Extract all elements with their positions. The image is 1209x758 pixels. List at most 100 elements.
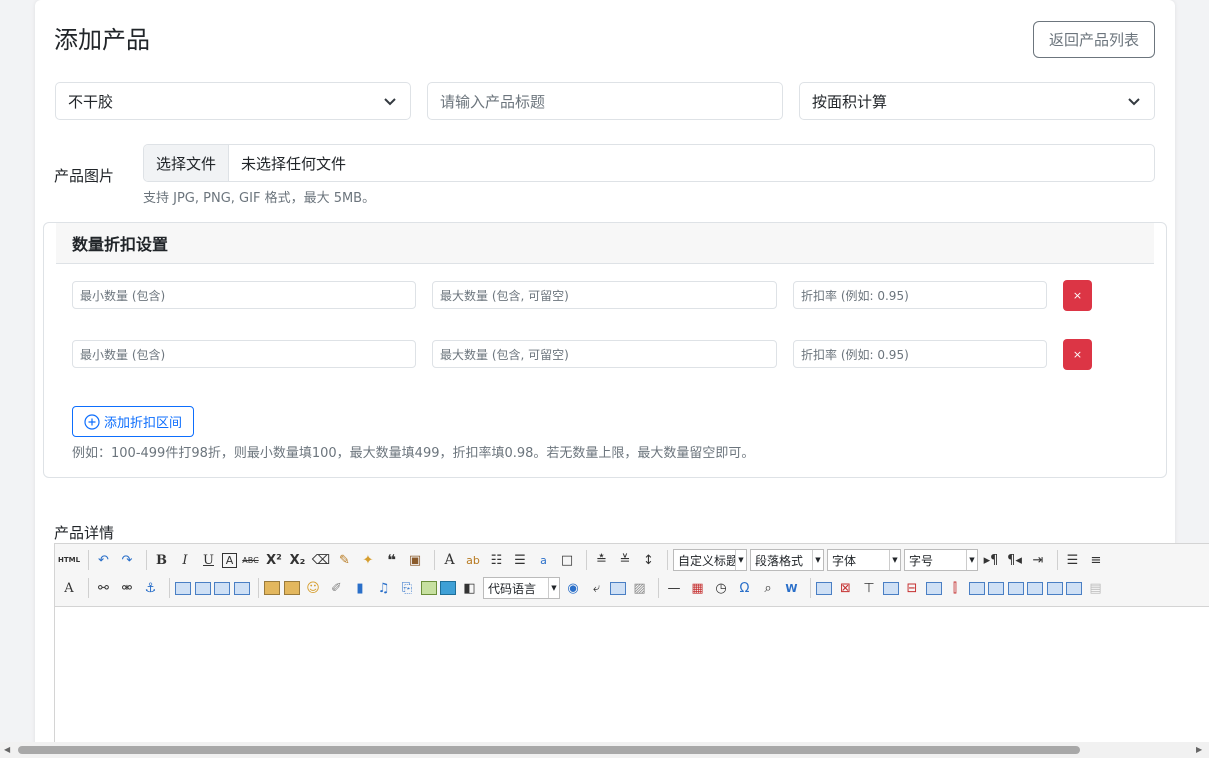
split-to-cells-icon[interactable] (1027, 581, 1043, 595)
unordered-list-icon[interactable]: ☰ (510, 550, 530, 570)
attachment-icon[interactable]: ⎘ (397, 578, 417, 598)
insert-column-icon[interactable] (925, 581, 942, 595)
row-spacing-bottom-icon[interactable]: ≚ (615, 550, 635, 570)
background-icon[interactable]: ▨ (630, 578, 650, 598)
search-replace-icon[interactable]: ⌕ (758, 578, 778, 598)
merge-down-icon[interactable] (1007, 581, 1024, 595)
special-chars-icon[interactable]: Ω (735, 578, 755, 598)
image-label: 产品图片 (54, 167, 115, 185)
emotion-icon[interactable]: ☺ (303, 578, 323, 598)
image-none-icon[interactable] (175, 581, 191, 595)
format-brush-icon[interactable]: ✎ (335, 550, 355, 570)
image-left-icon[interactable] (194, 581, 211, 595)
split-to-cols-icon[interactable] (1066, 581, 1082, 595)
min-quantity-input[interactable]: 最小数量 (包含) (72, 281, 416, 309)
indent-icon[interactable]: ⇥ (1028, 550, 1048, 570)
html-source-icon[interactable]: HTML (58, 550, 80, 570)
delete-table-icon[interactable]: ⊠ (836, 578, 856, 598)
map-icon[interactable] (420, 581, 437, 595)
discount-rate-input[interactable]: 折扣率 (例如: 0.95) (793, 281, 1047, 309)
align-left-icon[interactable]: ☰ (1063, 550, 1083, 570)
delete-row-button[interactable]: × (1063, 280, 1092, 311)
template-icon[interactable] (610, 581, 626, 595)
scroll-left-icon[interactable]: ◀ (4, 745, 10, 754)
auto-layout-icon[interactable]: a (534, 550, 554, 570)
file-hint: 支持 JPG, PNG, GIF 格式，最大 5MB。 (143, 191, 376, 206)
pricing-select[interactable]: 按面积计算 (799, 82, 1155, 120)
insert-table-icon[interactable] (816, 581, 832, 595)
min-quantity-input[interactable]: 最小数量 (包含) (72, 340, 416, 368)
strikethrough-icon[interactable]: ABC (241, 550, 261, 570)
horizontal-scrollbar[interactable]: ◀ ▶ (0, 742, 1209, 758)
discount-rate-input[interactable]: 折扣率 (例如: 0.95) (793, 340, 1047, 368)
font-family-select[interactable]: 字体 ▼ (827, 549, 901, 571)
horizontal-rule-icon[interactable]: — (664, 578, 684, 598)
add-discount-button[interactable]: 添加折扣区间 (72, 406, 194, 437)
music-icon[interactable]: ♫ (374, 578, 394, 598)
chart-icon[interactable]: ▤ (1086, 578, 1106, 598)
font-size-select[interactable]: 字号 ▼ (904, 549, 978, 571)
magic-wand-icon[interactable]: ✦ (358, 550, 378, 570)
time-icon[interactable]: ◷ (711, 578, 731, 598)
font-border-icon[interactable]: A (222, 552, 237, 568)
italic-icon[interactable]: I (175, 550, 195, 570)
insert-image-icon[interactable] (283, 581, 300, 595)
line-height-icon[interactable]: ↕ (639, 550, 659, 570)
custom-heading-select[interactable]: 自定义标题 ▼ (673, 549, 747, 571)
image-right-icon[interactable] (214, 581, 230, 595)
category-select[interactable]: 不干胶 (55, 82, 411, 120)
title-input-placeholder: 请输入产品标题 (440, 92, 546, 111)
back-to-list-button[interactable]: 返回产品列表 (1033, 21, 1155, 58)
scrollbar-thumb[interactable] (18, 746, 1080, 754)
underline-icon[interactable]: U (199, 550, 219, 570)
choose-file-button[interactable]: 选择文件 (144, 145, 230, 181)
delete-row-icon[interactable]: ⊟ (902, 578, 922, 598)
ordered-list-icon[interactable]: ☷ (487, 550, 507, 570)
ltr-direction-icon[interactable]: ▸¶ (981, 550, 1001, 570)
superscript-icon[interactable]: X² (264, 550, 284, 570)
simple-upload-icon[interactable] (264, 581, 280, 595)
align-center-icon[interactable]: ≡ (1086, 550, 1106, 570)
file-input[interactable]: 选择文件 未选择任何文件 (143, 144, 1155, 182)
insert-video-icon[interactable]: ▮ (350, 578, 370, 598)
insert-row-icon[interactable] (882, 581, 899, 595)
scrawl-icon[interactable]: ✐ (327, 578, 347, 598)
title-input[interactable]: 请输入产品标题 (427, 82, 783, 120)
date-icon[interactable]: ▦ (688, 578, 708, 598)
merge-right-icon[interactable] (988, 581, 1004, 595)
image-center-icon[interactable] (233, 581, 250, 595)
highlight-color-icon[interactable]: ab (463, 550, 483, 570)
scroll-right-icon[interactable]: ▶ (1196, 745, 1202, 754)
eraser-icon[interactable]: ⌫ (311, 550, 331, 570)
split-to-rows-icon[interactable] (1046, 581, 1063, 595)
gmap-icon[interactable] (440, 581, 456, 595)
paragraph-select[interactable]: 段落格式 ▼ (750, 549, 824, 571)
redo-icon[interactable]: ↷ (117, 550, 137, 570)
max-quantity-input[interactable]: 最大数量 (包含, 可留空) (432, 281, 777, 309)
undo-icon[interactable]: ↶ (94, 550, 114, 570)
paste-plain-icon[interactable]: ▣ (405, 550, 425, 570)
pagebreak-icon[interactable]: ⤶ (587, 578, 607, 598)
unlink-icon[interactable]: ⚮ (117, 578, 137, 598)
rtl-direction-icon[interactable]: ¶◂ (1005, 550, 1025, 570)
subscript-icon[interactable]: X₂ (288, 550, 308, 570)
insert-paragraph-before-table-icon[interactable]: ⊤ (859, 578, 879, 598)
clear-document-icon[interactable]: □ (557, 550, 577, 570)
editor-content-area[interactable] (55, 607, 1209, 747)
case-convert-icon[interactable]: A (59, 578, 79, 598)
merge-cells-icon[interactable] (968, 581, 985, 595)
webapp-icon[interactable]: ◉ (563, 578, 583, 598)
insert-frame-icon[interactable]: ◧ (460, 578, 480, 598)
word-image-icon[interactable]: W (782, 578, 802, 598)
delete-column-icon[interactable]: ⫿ (945, 578, 965, 598)
link-icon[interactable]: ⚯ (94, 578, 114, 598)
rich-text-editor[interactable]: HTML ↶ ↷ B I U A ABC X² X₂ ⌫ ✎ ✦ ❝ ▣ A a… (54, 543, 1209, 748)
delete-row-button[interactable]: × (1063, 339, 1092, 370)
row-spacing-top-icon[interactable]: ≛ (592, 550, 612, 570)
anchor-icon[interactable]: ⚓ (141, 578, 161, 598)
max-quantity-input[interactable]: 最大数量 (包含, 可留空) (432, 340, 777, 368)
blockquote-icon[interactable]: ❝ (382, 550, 402, 570)
font-color-icon[interactable]: A (440, 550, 460, 570)
code-language-select[interactable]: 代码语言 ▼ (483, 577, 560, 599)
bold-icon[interactable]: B (152, 550, 172, 570)
